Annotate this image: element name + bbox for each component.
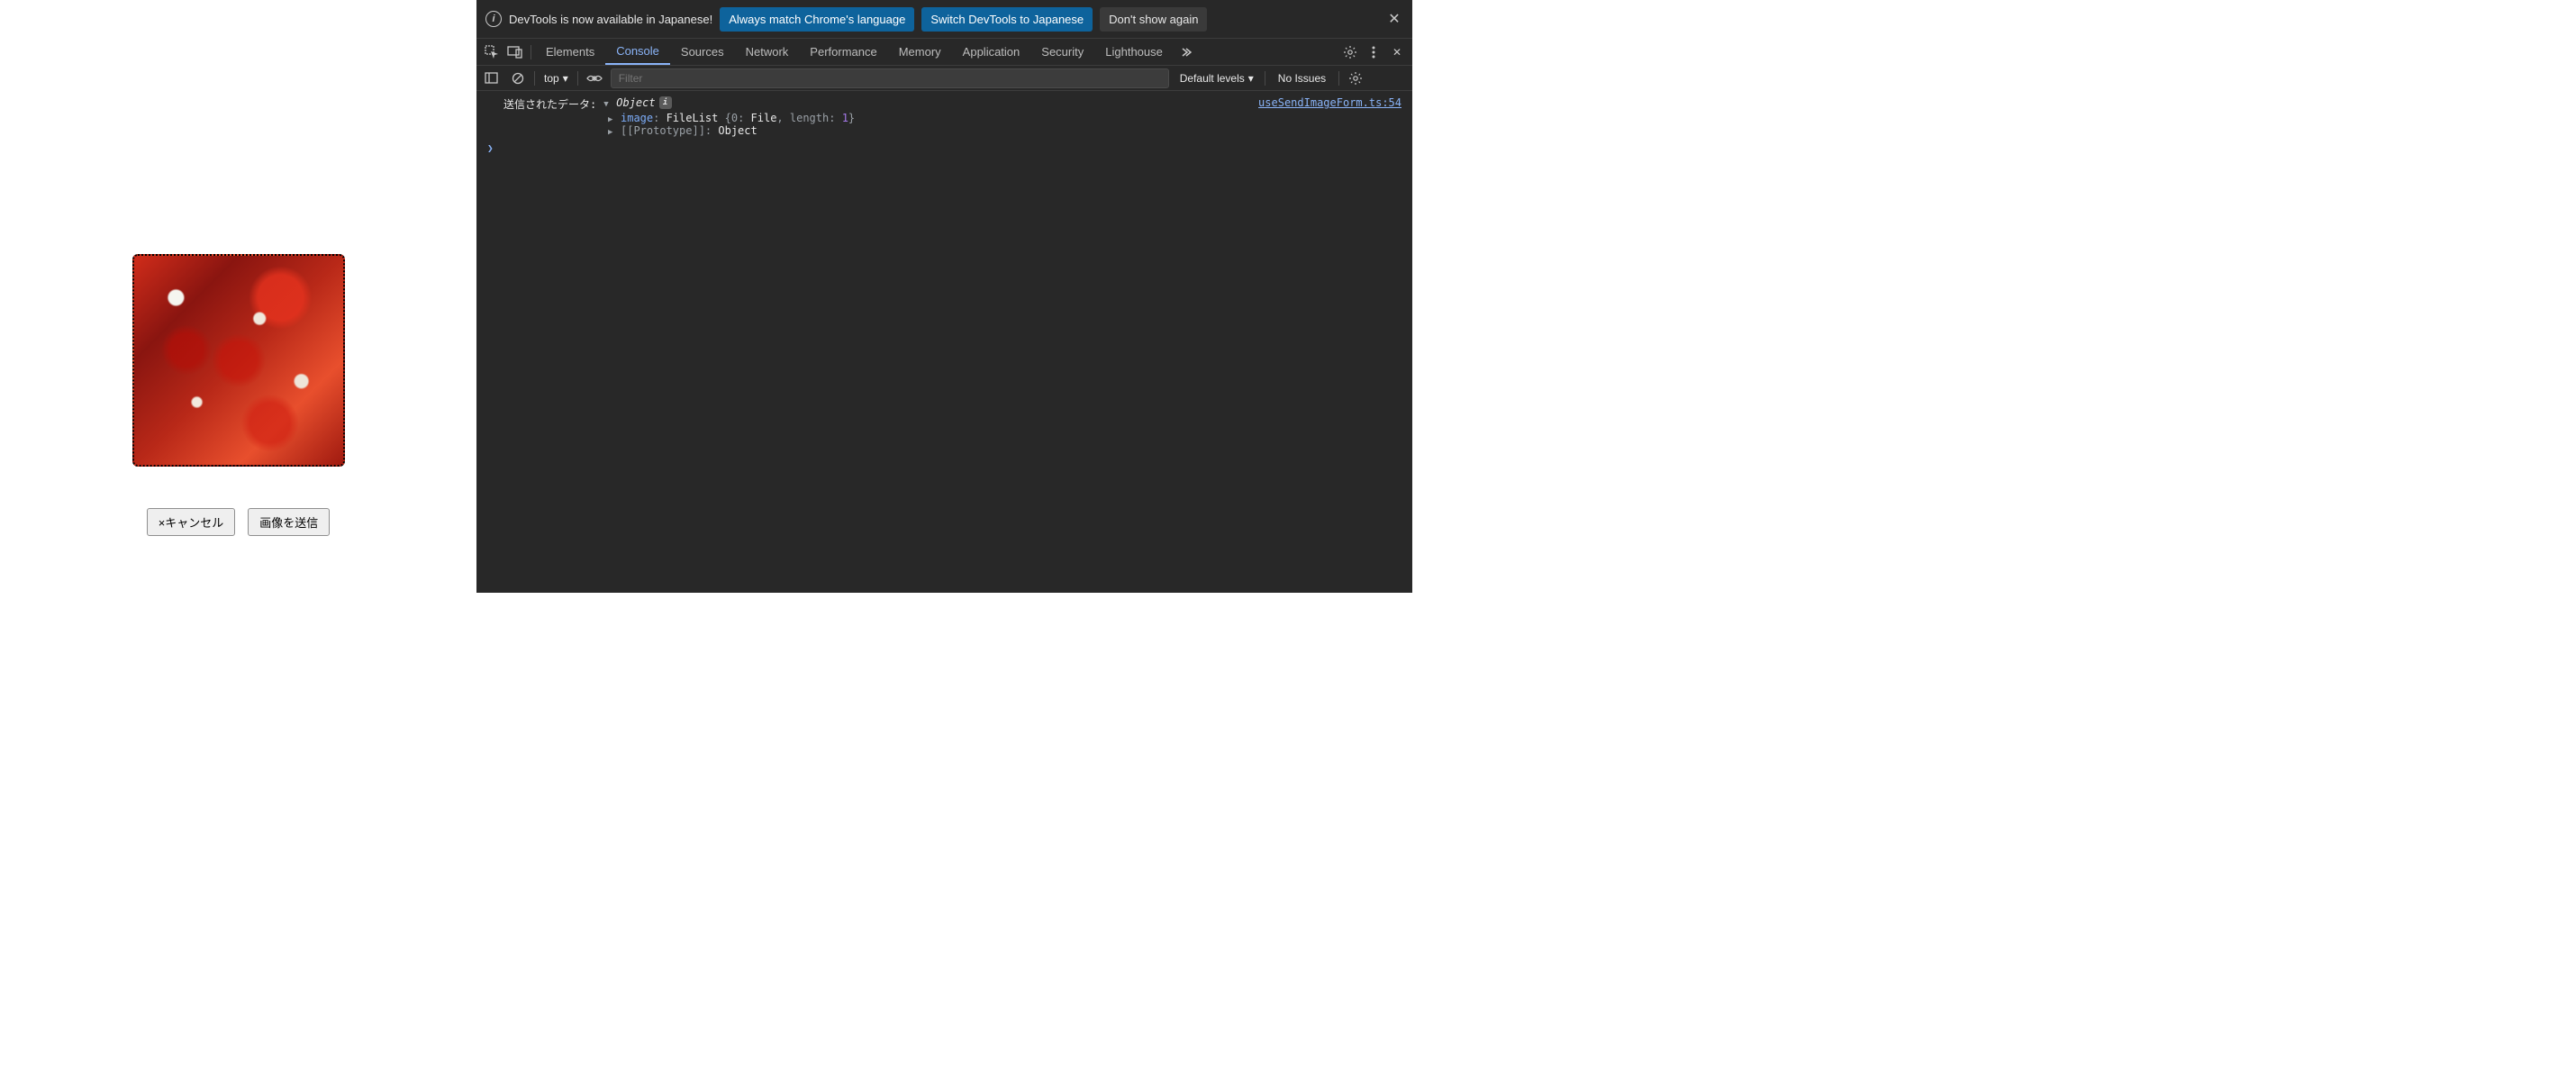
dont-show-again-button[interactable]: Don't show again	[1100, 7, 1207, 32]
log-source-link[interactable]: useSendImageForm.ts:54	[1258, 96, 1401, 137]
more-tabs-icon[interactable]	[1174, 41, 1197, 64]
prototype-key[interactable]: [[Prototype]]	[621, 124, 705, 137]
image-preview-dropzone[interactable]	[132, 254, 345, 467]
tab-elements[interactable]: Elements	[535, 39, 605, 65]
length-value: 1	[842, 112, 848, 124]
console-settings-icon[interactable]	[1345, 68, 1366, 89]
file-class-label: File	[751, 112, 777, 124]
infobar: i DevTools is now available in Japanese!…	[476, 0, 1412, 39]
log-row: 送信されたデータ: Object i image: FileList {0: F…	[476, 95, 1412, 139]
send-image-button[interactable]: 画像を送信	[248, 508, 330, 536]
close-icon: ✕	[1388, 10, 1400, 28]
console-prompt[interactable]: ❯	[476, 139, 1412, 158]
infobar-text: DevTools is now available in Japanese!	[509, 13, 712, 26]
clear-console-icon[interactable]	[507, 68, 529, 89]
chevron-down-icon: ▾	[563, 72, 568, 85]
log-levels-selector[interactable]: Default levels ▾	[1175, 72, 1259, 85]
property-key[interactable]: image	[621, 112, 653, 124]
toggle-sidebar-icon[interactable]	[480, 68, 502, 89]
button-row: ×キャンセル 画像を送信	[147, 508, 331, 536]
disclosure-triangle-icon[interactable]	[608, 112, 617, 124]
info-icon: i	[485, 11, 502, 27]
context-label: top	[544, 72, 559, 85]
tab-lighthouse[interactable]: Lighthouse	[1094, 39, 1174, 65]
length-key: length	[790, 112, 829, 124]
tab-network[interactable]: Network	[735, 39, 800, 65]
filter-input[interactable]	[611, 68, 1169, 88]
console-body: 送信されたデータ: Object i image: FileList {0: F…	[476, 91, 1412, 593]
inspect-element-icon[interactable]	[480, 41, 503, 64]
tab-memory[interactable]: Memory	[888, 39, 952, 65]
levels-label: Default levels	[1180, 72, 1245, 85]
devtools-close-icon[interactable]: ✕	[1385, 41, 1409, 64]
settings-icon[interactable]	[1338, 41, 1362, 64]
kebab-menu-icon[interactable]	[1362, 41, 1385, 64]
disclosure-triangle-icon[interactable]	[603, 96, 612, 109]
tab-sources[interactable]: Sources	[670, 39, 735, 65]
chevron-down-icon: ▾	[1248, 72, 1254, 85]
filelist-label[interactable]: FileList	[667, 112, 719, 124]
separator	[534, 71, 535, 86]
prototype-value: Object	[718, 124, 757, 137]
console-toolbar: top ▾ Default levels ▾ No Issues	[476, 66, 1412, 91]
infobar-close-button[interactable]: ✕	[1385, 10, 1403, 28]
prompt-chevron-icon: ❯	[487, 142, 494, 154]
switch-to-japanese-button[interactable]: Switch DevTools to Japanese	[921, 7, 1093, 32]
tab-security[interactable]: Security	[1030, 39, 1094, 65]
separator	[1338, 71, 1339, 86]
tab-console[interactable]: Console	[605, 39, 670, 65]
tabbar: Elements Console Sources Network Perform…	[476, 39, 1412, 66]
separator	[577, 71, 578, 86]
log-label: 送信されたデータ:	[503, 96, 596, 112]
cancel-button[interactable]: ×キャンセル	[147, 508, 236, 536]
device-toolbar-icon[interactable]	[503, 41, 527, 64]
issues-count[interactable]: No Issues	[1271, 72, 1333, 85]
devtools-pane: i DevTools is now available in Japanese!…	[476, 0, 1412, 593]
info-badge-icon[interactable]: i	[659, 96, 672, 109]
always-match-language-button[interactable]: Always match Chrome's language	[720, 7, 914, 32]
disclosure-triangle-icon[interactable]	[608, 124, 617, 137]
object-label[interactable]: Object	[616, 96, 655, 109]
execution-context-selector[interactable]: top ▾	[540, 72, 572, 85]
tab-application[interactable]: Application	[952, 39, 1031, 65]
live-expression-icon[interactable]	[584, 68, 605, 89]
tab-performance[interactable]: Performance	[799, 39, 887, 65]
